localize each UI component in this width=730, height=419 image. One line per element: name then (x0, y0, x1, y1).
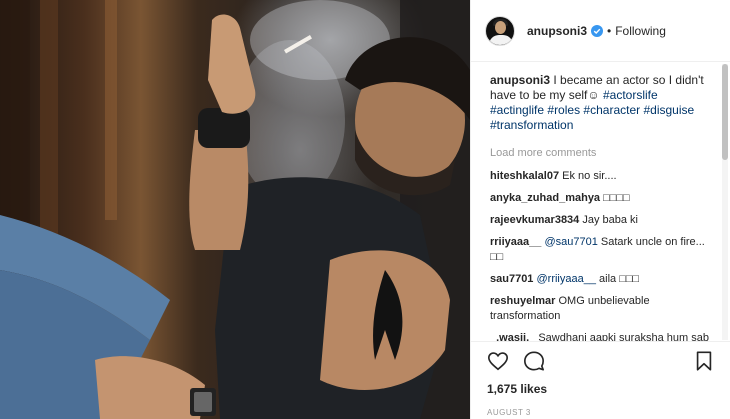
comment-item: _.wasii._ Sawdhani aapki suraksha hum sa… (490, 331, 711, 341)
bookmark-icon[interactable] (693, 350, 715, 372)
post-date: AUGUST 3 (487, 408, 531, 417)
comments-list: anupsoni3 I became an actor so I didn't … (471, 63, 719, 341)
hashtag-link[interactable]: #transformation (490, 118, 573, 132)
comment-text: □□□□ (603, 192, 630, 204)
comment-username[interactable]: anyka_zuhad_mahya (490, 192, 600, 204)
hashtag-link[interactable]: #disguise (643, 103, 694, 117)
comment-text: Jay baba ki (582, 214, 639, 226)
heart-icon[interactable] (487, 350, 509, 372)
caption-username[interactable]: anupsoni3 (490, 73, 550, 87)
avatar[interactable] (485, 15, 515, 46)
username-link[interactable]: anupsoni3 (527, 24, 587, 38)
likes-count[interactable]: 1,675 likes (487, 382, 715, 396)
comment-username[interactable]: hiteshkalal07 (490, 170, 559, 182)
instagram-post: anupsoni3 • Following anupsoni3 I became… (0, 0, 730, 419)
post-sidebar: anupsoni3 • Following anupsoni3 I became… (470, 0, 730, 419)
comment-mention[interactable]: @sau7701 (544, 236, 597, 248)
load-more-comments-button[interactable]: Load more comments (490, 147, 711, 159)
post-actions: 1,675 likes AUGUST 3 (471, 341, 730, 419)
comment-item: rajeevkumar3834 Jay baba ki (490, 213, 711, 228)
comment-username[interactable]: rajeevkumar3834 (490, 214, 579, 226)
comment-icon[interactable] (523, 350, 545, 372)
comment-text: Ek no sir.... (562, 170, 617, 182)
comment-mention[interactable]: @rriiyaaa__ (537, 273, 596, 285)
post-photo[interactable] (0, 0, 470, 419)
comment-username[interactable]: reshuyelmar (490, 295, 555, 307)
caption: anupsoni3 I became an actor so I didn't … (490, 73, 711, 133)
hashtag-link[interactable]: #roles (547, 103, 580, 117)
comment-username[interactable]: rriiyaaa__ (490, 236, 541, 248)
comment-item: sau7701 @rriiyaaa__ aila □□□ (490, 272, 711, 287)
hashtag-link[interactable]: #actinglife (490, 103, 544, 117)
comment-item: reshuyelmar OMG unbelievable transformat… (490, 294, 711, 324)
action-icons (487, 348, 715, 374)
comment-item: rriiyaaa__ @sau7701 Satark uncle on fire… (490, 235, 711, 265)
comment-username[interactable]: sau7701 (490, 273, 533, 285)
following-button[interactable]: Following (615, 24, 666, 38)
post-photo-illustration (0, 0, 470, 419)
comment-item: anyka_zuhad_mahya □□□□ (490, 191, 711, 206)
post-header: anupsoni3 • Following (471, 0, 730, 62)
comment-text: aila □□□ (599, 273, 640, 285)
verified-badge-icon (591, 24, 604, 37)
hashtag-link[interactable]: #actorslife (603, 88, 658, 102)
separator-dot: • (607, 23, 612, 38)
hashtag-link[interactable]: #character (583, 103, 640, 117)
comment-item: hiteshkalal07 Ek no sir.... (490, 169, 711, 184)
comment-username[interactable]: _.wasii._ (490, 332, 535, 341)
comments-scrollbar-thumb[interactable] (722, 64, 728, 160)
